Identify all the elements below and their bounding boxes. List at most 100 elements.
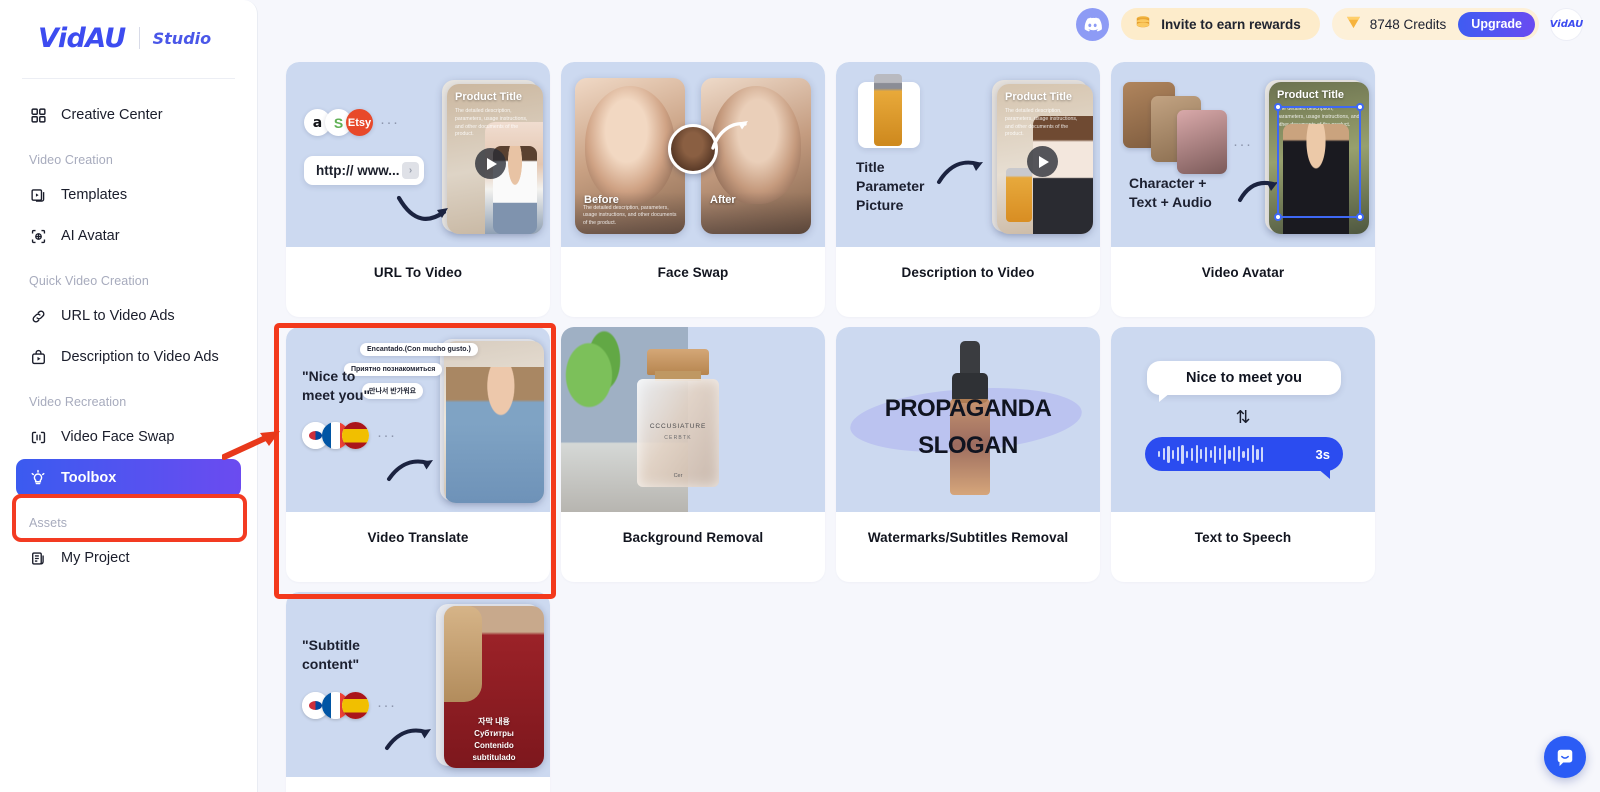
curved-arrow-icon bbox=[937, 160, 983, 184]
tool-card-face-swap[interactable]: Before The detailed description, paramet… bbox=[561, 62, 825, 317]
selection-frame[interactable] bbox=[1274, 103, 1364, 221]
card-thumbnail: 자막 내용 Субтитры Contenido subtitulado "Su… bbox=[286, 592, 550, 777]
url-input-mock: http:// www... › bbox=[304, 156, 424, 185]
card-thumbnail: Product Title The detailed description, … bbox=[836, 62, 1100, 247]
tool-card-background-removal[interactable]: CCCUSIATURE CERBTK Cer Background Remova… bbox=[561, 327, 825, 582]
brand-header[interactable]: VidAU Studio bbox=[0, 0, 257, 76]
diamond-icon bbox=[1345, 15, 1362, 33]
card-thumbnail: Product Title The detailed description, … bbox=[1111, 62, 1375, 247]
tool-card-description-to-video[interactable]: Product Title The detailed description, … bbox=[836, 62, 1100, 317]
card-title: Video Translate bbox=[367, 530, 469, 545]
sidebar-item-label: URL to Video Ads bbox=[61, 308, 175, 324]
chevron-right-icon: › bbox=[402, 162, 419, 179]
ai-avatar-icon bbox=[28, 226, 48, 246]
caption-text: Character + Text + Audio bbox=[1129, 175, 1212, 210]
waveform-icon bbox=[1158, 444, 1264, 464]
avatar[interactable]: VidAU bbox=[1550, 8, 1583, 40]
sidebar-item-label: Creative Center bbox=[61, 107, 163, 123]
tool-card-text-to-speech[interactable]: Nice to meet you ⇅ 3s Text to Speech bbox=[1111, 327, 1375, 582]
url-text: http:// www... bbox=[316, 163, 400, 178]
selection-handle-bl[interactable] bbox=[1274, 213, 1282, 221]
tool-card-grid: Product Title The detailed description, … bbox=[258, 62, 1600, 792]
sidebar-item-ai-avatar[interactable]: AI Avatar bbox=[16, 217, 241, 255]
product-title: Product Title bbox=[1277, 89, 1345, 101]
selection-handle-tl[interactable] bbox=[1274, 103, 1282, 111]
curved-arrow-icon bbox=[387, 459, 433, 481]
tts-duration: 3s bbox=[1315, 446, 1330, 462]
sidebar-item-label: My Project bbox=[61, 550, 130, 566]
coins-icon bbox=[1134, 15, 1152, 34]
card-thumbnail: Nice to meet you ⇅ 3s bbox=[1111, 327, 1375, 512]
selection-handle-br[interactable] bbox=[1356, 213, 1364, 221]
tool-card-subtitle-translate[interactable]: 자막 내용 Субтитры Contenido subtitulado "Su… bbox=[286, 592, 550, 792]
upgrade-button[interactable]: Upgrade bbox=[1458, 11, 1535, 37]
sidebar-item-label: AI Avatar bbox=[61, 228, 120, 244]
sidebar-nav: Creative Center Video Creation Templates bbox=[0, 79, 257, 577]
tts-audio-bar: 3s bbox=[1145, 437, 1343, 479]
brand-subtitle: Studio bbox=[152, 28, 212, 48]
tool-card-url-to-video[interactable]: Product Title The detailed description, … bbox=[286, 62, 550, 317]
more-dots-icon: ··· bbox=[1233, 136, 1253, 153]
discord-button[interactable] bbox=[1076, 7, 1110, 41]
curved-arrow-icon bbox=[396, 195, 448, 221]
brand-divider bbox=[138, 27, 140, 49]
caption-text: Title Parameter Picture bbox=[856, 159, 925, 213]
description-video-icon bbox=[28, 347, 48, 367]
card-title: Background Removal bbox=[622, 530, 764, 545]
more-dots-icon: ··· bbox=[377, 427, 397, 444]
product-description: The detailed description, parameters, us… bbox=[583, 204, 677, 227]
flag-es-icon bbox=[342, 422, 369, 449]
chat-support-button[interactable] bbox=[1544, 736, 1586, 778]
card-thumbnail: CCCUSIATURE CERBTK Cer bbox=[561, 327, 825, 512]
grid-icon bbox=[28, 105, 48, 125]
swap-arrow-icon bbox=[711, 121, 748, 150]
sidebar-group-video-recreation: Video Recreation bbox=[29, 395, 127, 409]
sidebar-item-label: Templates bbox=[61, 187, 128, 203]
sidebar-item-video-face-swap[interactable]: Video Face Swap bbox=[16, 418, 241, 456]
sidebar-item-templates[interactable]: Templates bbox=[16, 176, 241, 214]
main-content: Invite to earn rewards 8748 Credits Upgr… bbox=[258, 0, 1600, 792]
sidebar-group-video-creation: Video Creation bbox=[29, 153, 113, 167]
play-button-icon bbox=[475, 148, 506, 179]
chat-bubble-icon bbox=[1557, 749, 1573, 767]
project-icon bbox=[28, 548, 48, 568]
sidebar-item-label: Toolbox bbox=[61, 470, 117, 486]
card-title: Description to Video bbox=[901, 265, 1035, 280]
card-thumbnail: PROPAGANDA SLOGAN bbox=[836, 327, 1100, 512]
invite-rewards-button[interactable]: Invite to earn rewards bbox=[1121, 8, 1320, 40]
credits-pill[interactable]: 8748 Credits Upgrade bbox=[1331, 8, 1539, 40]
sidebar-item-toolbox[interactable]: Toolbox bbox=[16, 459, 241, 497]
tool-card-video-avatar[interactable]: Product Title The detailed description, … bbox=[1111, 62, 1375, 317]
sidebar-item-my-project[interactable]: My Project bbox=[16, 539, 241, 577]
card-thumbnail: Before The detailed description, paramet… bbox=[561, 62, 825, 247]
face-swap-icon bbox=[28, 427, 48, 447]
card-title: Text to Speech bbox=[1194, 530, 1292, 545]
more-dots-icon: ··· bbox=[380, 114, 400, 131]
card-title: URL To Video bbox=[373, 265, 463, 280]
curved-arrow-icon bbox=[385, 728, 431, 750]
tool-card-watermarks-subtitles-removal[interactable]: PROPAGANDA SLOGAN Watermarks/Subtitles R… bbox=[836, 327, 1100, 582]
card-title: Video Avatar bbox=[1201, 265, 1285, 280]
sidebar-item-creative-center[interactable]: Creative Center bbox=[16, 96, 241, 134]
sidebar-item-description-to-video-ads[interactable]: Description to Video Ads bbox=[16, 338, 241, 376]
invite-label: Invite to earn rewards bbox=[1161, 16, 1301, 32]
up-down-arrows-icon: ⇅ bbox=[1235, 407, 1251, 427]
caption-text: "Subtitle content" bbox=[302, 637, 360, 672]
credits-label: 8748 Credits bbox=[1369, 16, 1447, 32]
card-thumbnail: Product Title The detailed description, … bbox=[286, 62, 550, 247]
more-dots-icon: ··· bbox=[377, 697, 397, 714]
tool-card-video-translate[interactable]: Encantado.(Con mucho gusto.) Приятно поз… bbox=[286, 327, 550, 582]
selection-handle-tr[interactable] bbox=[1356, 103, 1364, 111]
vidau-logo: VidAU bbox=[38, 22, 126, 54]
product-description: The detailed description, parameters, us… bbox=[455, 108, 528, 138]
product-description: The detailed description, parameters, us… bbox=[1005, 108, 1078, 138]
link-icon bbox=[28, 306, 48, 326]
bubble-spanish: Encantado.(Con mucho gusto.) bbox=[360, 343, 478, 356]
sidebar-group-quick-video-creation: Quick Video Creation bbox=[29, 274, 149, 288]
app-root: VidAU Studio Creative Center Video Creat… bbox=[0, 0, 1600, 792]
top-header: Invite to earn rewards 8748 Credits Upgr… bbox=[1076, 0, 1600, 48]
watermark-line-1: PROPAGANDA bbox=[884, 395, 1052, 422]
watermark-line-2: SLOGAN bbox=[918, 432, 1018, 459]
perfume-bottle-icon bbox=[874, 74, 902, 146]
sidebar-item-url-to-video-ads[interactable]: URL to Video Ads bbox=[16, 297, 241, 335]
